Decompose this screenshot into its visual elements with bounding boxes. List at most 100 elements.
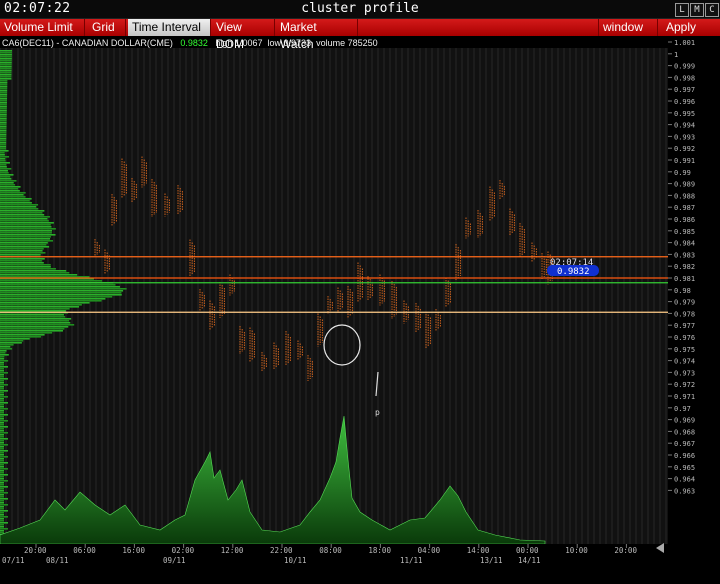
menu-time-interval[interactable]: Time Interval (128, 19, 211, 36)
profile-bar (0, 118, 7, 120)
profile-bar (0, 56, 12, 58)
time-tick-label: 20:00 (24, 546, 47, 555)
price-tick-label: 0.977 (674, 322, 695, 330)
profile-bar (0, 232, 52, 234)
profile-bar (0, 524, 4, 526)
profile-bar (0, 266, 51, 268)
profile-bar (0, 298, 106, 300)
profile-bar (0, 180, 17, 182)
price-tick-label: 0.981 (674, 275, 695, 283)
profile-bar (0, 514, 4, 516)
time-tick-label: 14:00 (467, 546, 490, 555)
profile-bar (0, 416, 4, 418)
profile-bar (0, 392, 5, 394)
profile-bar (0, 284, 116, 286)
profile-bar (0, 202, 32, 204)
profile-bar (0, 382, 5, 384)
drawn-marker: p (375, 408, 380, 417)
profile-bar (0, 288, 127, 290)
profile-bar (0, 172, 9, 174)
profile-bar (0, 190, 20, 192)
profile-bar (0, 400, 4, 402)
time-tick-label: 00:00 (516, 546, 539, 555)
profile-bar (0, 358, 5, 360)
apply-button[interactable]: Apply (662, 19, 720, 36)
profile-bar (0, 206, 37, 208)
price-tick-label: 0.982 (674, 263, 695, 271)
profile-bar (0, 480, 8, 482)
profile-bar (0, 520, 4, 522)
profile-bar (0, 100, 7, 102)
profile-bar (0, 106, 7, 108)
profile-bar (0, 360, 9, 362)
profile-bar (0, 154, 5, 156)
profile-bar (0, 498, 8, 500)
profile-bar (0, 410, 4, 412)
profile-bar (0, 258, 45, 260)
profile-bar (0, 334, 45, 336)
profile-bar (0, 142, 7, 144)
profile-bar (0, 242, 48, 244)
menu-market-watch[interactable]: Market Watch (276, 19, 358, 51)
profile-bar (0, 146, 7, 148)
price-tick-label: 0.991 (674, 157, 695, 165)
profile-bar (0, 316, 66, 318)
profile-bar (0, 182, 14, 184)
profile-bar (0, 234, 56, 236)
profile-bar (0, 406, 4, 408)
c-button[interactable]: C (705, 3, 719, 17)
profile-bar (0, 90, 8, 92)
m-button[interactable]: M (690, 3, 704, 17)
profile-bar (0, 462, 8, 464)
profile-bar (0, 496, 4, 498)
price-tick-label: 0.987 (674, 204, 695, 212)
profile-bar (0, 186, 21, 188)
profile-bar (0, 94, 8, 96)
profile-bar (0, 490, 4, 492)
profile-bar (0, 318, 72, 320)
profile-bar (0, 478, 4, 480)
profile-bar (0, 432, 8, 434)
price-chart[interactable]: p 0.9828P0.981P0.9806P0.9781P 1.00110.99… (0, 36, 720, 584)
cursor-price: 0.9832 (557, 267, 590, 277)
profile-bar (0, 252, 46, 254)
menu-grid[interactable]: Grid (88, 19, 126, 36)
profile-bar (0, 420, 8, 422)
profile-bar (0, 376, 5, 378)
price-tick-label: 0.98 (674, 287, 691, 295)
profile-bar (0, 96, 8, 98)
profile-bar (0, 314, 64, 316)
profile-bar (0, 348, 13, 350)
price-tick-label: 0.971 (674, 393, 695, 401)
profile-bar (0, 168, 12, 170)
profile-bar (0, 488, 4, 490)
profile-bar (0, 74, 12, 76)
date-label: 14/11 (518, 556, 541, 565)
profile-bar (0, 408, 8, 410)
profile-bar (0, 276, 90, 278)
profile-bar (0, 440, 4, 442)
profile-bar (0, 210, 45, 212)
window-menu[interactable]: window (598, 19, 658, 36)
profile-bar (0, 346, 11, 348)
profile-bar (0, 370, 5, 372)
profile-bar (0, 198, 32, 200)
profile-bar (0, 290, 124, 292)
profile-bar (0, 280, 103, 282)
l-button[interactable]: L (675, 3, 689, 17)
profile-bar (0, 192, 26, 194)
profile-bar (0, 512, 4, 514)
date-label: 10/11 (284, 556, 307, 565)
time-tick-label: 20:00 (614, 546, 637, 555)
menu-view-dom[interactable]: View DOM (212, 19, 275, 51)
profile-bar (0, 176, 11, 178)
profile-bar (0, 474, 8, 476)
profile-bar (0, 200, 30, 202)
price-tick-label: 0.973 (674, 369, 695, 377)
profile-bar (0, 344, 14, 346)
menu-volume-limit[interactable]: Volume Limit (0, 19, 85, 36)
profile-bar (0, 522, 8, 524)
profile-bar (0, 454, 4, 456)
profile-bar (0, 64, 12, 66)
profile-bar (0, 424, 4, 426)
